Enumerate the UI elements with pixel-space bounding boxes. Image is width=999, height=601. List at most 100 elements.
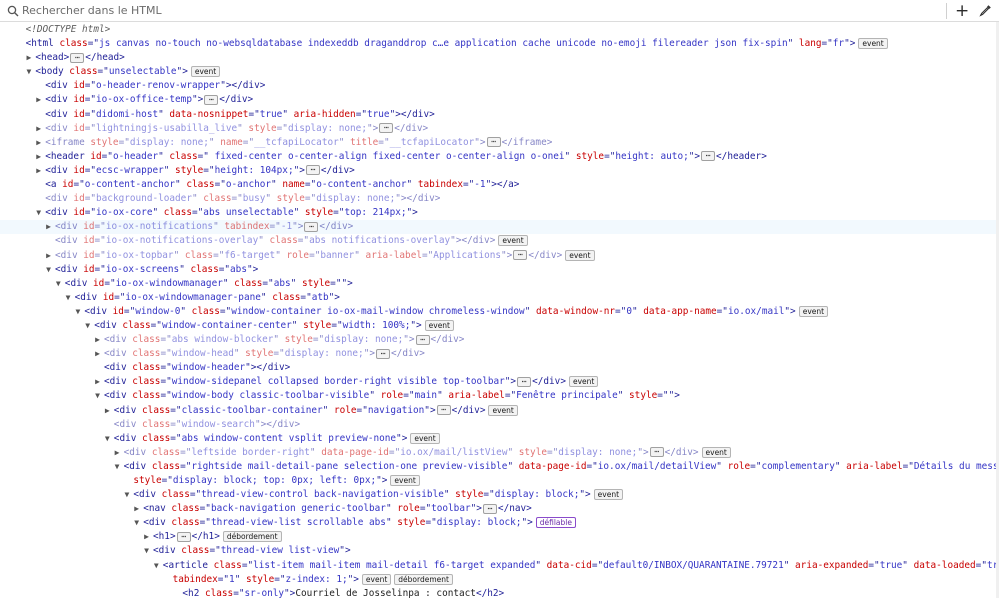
event-badge[interactable]: event [858,38,888,50]
collapsed-content-button[interactable]: ⋯ [701,151,716,162]
scrollable-badge[interactable]: défilable [535,517,576,529]
tree-node-row[interactable]: ▼ <div class="thread-view list-view"> [0,544,999,558]
expanded-twisty-icon[interactable]: ▼ [64,291,73,305]
event-badge[interactable]: event [568,376,599,388]
tree-node-row[interactable]: ▶ <div class="abs window-blocker" style="… [0,333,999,347]
event-badge[interactable]: event [498,235,528,247]
collapsed-twisty-icon[interactable]: ▶ [44,220,53,234]
collapsed-twisty-icon[interactable]: ▶ [34,164,43,178]
overflow-badge[interactable]: débordement [222,531,282,543]
collapsed-content-button[interactable]: ⋯ [415,334,430,345]
tree-node-row[interactable]: <div id="io-ox-notifications-overlay" cl… [0,234,999,248]
tree-node-row[interactable]: ▶ <div class="leftside border-right" data… [0,446,999,460]
tree-node-row[interactable]: ▶ <nav class="back-navigation generic-too… [0,502,999,516]
collapsed-content-button[interactable]: ⋯ [305,165,320,176]
event-badge[interactable]: event [701,446,731,458]
tree-node-row[interactable]: ▼ <div class="thread-view-control back-na… [0,488,999,502]
expanded-twisty-icon[interactable]: ▼ [122,488,131,502]
expanded-twisty-icon[interactable]: ▼ [83,319,92,333]
expanded-twisty-icon[interactable]: ▼ [73,305,82,319]
tree-node-row[interactable]: <div id="o-header-renov-wrapper"></div> [0,79,999,93]
tree-node-row[interactable]: ▶ <div id="io-ox-office-temp"> ⋯ </div> [0,93,999,107]
tree-node-row[interactable]: ▼ <div class="window-container-center" st… [0,319,999,333]
collapsed-content-button[interactable]: ⋯ [486,137,501,148]
collapsed-content-button[interactable]: ⋯ [70,52,85,63]
event-badge[interactable]: event [410,432,440,444]
expanded-twisty-icon[interactable]: ▼ [103,432,112,446]
collapsed-twisty-icon[interactable]: ▶ [34,136,43,150]
collapsed-twisty-icon[interactable]: ▶ [24,51,33,65]
collapsed-content-button[interactable]: ⋯ [379,123,394,134]
expanded-twisty-icon[interactable]: ▼ [132,516,141,530]
tree-node-row[interactable]: <div class="window-search"></div> [0,418,999,432]
tree-node-row[interactable]: ▼ <div id="io-ox-windowmanager-pane" clas… [0,291,999,305]
collapsed-twisty-icon[interactable]: ▶ [93,333,102,347]
tree-node-row[interactable]: ▼ <article class="list-item mail-item mai… [0,559,999,573]
tree-node-row[interactable]: ▼ <div class="abs window-content vsplit p… [0,432,999,446]
tree-node-row[interactable]: <div id="background-loader" class="busy"… [0,192,999,206]
collapsed-content-button[interactable]: ⋯ [517,376,532,387]
event-badge[interactable]: event [593,489,624,501]
collapsed-content-button[interactable]: ⋯ [304,221,319,232]
event-badge[interactable]: event [361,573,392,585]
tree-node-row[interactable]: ▼ <div class="thread-view-list scrollable… [0,516,999,530]
tree-node-row[interactable]: <a id="o-content-anchor" class="o-anchor… [0,178,999,192]
expanded-twisty-icon[interactable]: ▼ [54,277,63,291]
event-badge[interactable]: event [390,475,420,486]
tree-node-row[interactable]: ▶ <h1> ⋯ </h1> débordement [0,530,999,544]
tree-node-row[interactable]: <html class="js canvas no-touch no-websq… [0,37,999,51]
tree-node-row[interactable]: ▶ <iframe style="display: none;" name="__… [0,136,999,150]
collapsed-content-button[interactable]: ⋯ [649,447,664,458]
event-badge[interactable]: event [190,66,221,78]
overflow-badge[interactable]: débordement [394,573,453,585]
expanded-twisty-icon[interactable]: ▼ [113,460,122,474]
tree-node-row[interactable]: ▼ <div id="io-ox-screens" class="abs"> [0,263,999,277]
expanded-twisty-icon[interactable]: ▼ [44,263,53,277]
collapsed-content-button[interactable]: ⋯ [176,531,191,542]
expanded-twisty-icon[interactable]: ▼ [93,389,102,403]
collapsed-twisty-icon[interactable]: ▶ [34,93,43,107]
tree-node-row[interactable]: ▶ <header id="o-header" class=" fixed-cen… [0,150,999,164]
tree-node-row[interactable]: <div id="didomi-host" data-nosnippet="tr… [0,108,999,122]
collapsed-content-button[interactable]: ⋯ [482,503,497,514]
expanded-twisty-icon[interactable]: ▼ [24,65,33,79]
tree-node-row[interactable]: <!DOCTYPE html> [0,23,999,37]
collapsed-twisty-icon[interactable]: ▶ [34,150,43,164]
expanded-twisty-icon[interactable]: ▼ [142,544,151,558]
tree-node-row[interactable]: ▶ <div id="io-ox-topbar" class="f6-target… [0,249,999,263]
expanded-twisty-icon[interactable]: ▼ [152,559,161,573]
collapsed-twisty-icon[interactable]: ▶ [103,404,112,418]
tree-node-row[interactable]: style="display: block; top: 0px; left: 0… [0,474,999,488]
tree-node-row[interactable]: tabindex="1" style="z-index: 1;"> event dé… [0,573,999,587]
tree-node-row[interactable]: ▼ <body class="unselectable"> event [0,65,999,79]
tree-node-row[interactable]: ▶ <div class="window-sidepanel collapsed … [0,375,999,389]
tree-node-row[interactable]: ▶ <div id="io-ox-notifications" tabindex=… [0,220,999,235]
collapsed-twisty-icon[interactable]: ▶ [93,375,102,389]
search-input[interactable]: Rechercher dans le HTML [22,4,162,17]
collapsed-content-button[interactable]: ⋯ [513,250,528,260]
add-node-button[interactable]: + [955,0,969,22]
collapsed-twisty-icon[interactable]: ▶ [44,249,53,263]
eyedropper-icon[interactable] [979,4,992,17]
tree-node-row[interactable]: ▶ <div class="classic-toolbar-container" … [0,404,999,418]
collapsed-twisty-icon[interactable]: ▶ [34,122,43,136]
collapsed-twisty-icon[interactable]: ▶ [93,347,102,361]
collapsed-twisty-icon[interactable]: ▶ [113,446,122,460]
tree-node-row[interactable]: ▶ <div id="lightningjs-usabilla_live" sty… [0,122,999,136]
tree-node-row[interactable]: ▶ <div class="window-head" style="display… [0,347,999,361]
tree-node-row[interactable]: <h2 class="sr-only">Courriel de Josselin… [0,587,999,601]
tree-node-row[interactable]: ▶ <div id="ecsc-wrapper" style="height: 1… [0,164,999,178]
event-badge[interactable]: event [565,249,595,261]
tree-node-row[interactable]: ▶ <head> ⋯ </head> [0,51,999,65]
tree-node-row[interactable]: ▼ <div id="io-ox-windowmanager" class="ab… [0,277,999,291]
tree-node-row[interactable]: ▼ <div id="window-0" class="window-contai… [0,305,999,319]
tree-node-row[interactable]: ▼ <div class="window-body classic-toolbar… [0,389,999,403]
collapsed-content-button[interactable]: ⋯ [204,94,219,105]
tree-node-row[interactable]: ▼ <div id="io-ox-core" class="abs unselec… [0,206,999,220]
collapsed-twisty-icon[interactable]: ▶ [132,502,141,516]
collapsed-twisty-icon[interactable]: ▶ [142,530,151,544]
tree-node-row[interactable]: ▼ <div class="rightside mail-detail-pane … [0,460,999,474]
tree-node-row[interactable]: <div class="window-header"></div> [0,361,999,375]
event-badge[interactable]: event [488,404,518,416]
event-badge[interactable]: event [424,319,455,331]
